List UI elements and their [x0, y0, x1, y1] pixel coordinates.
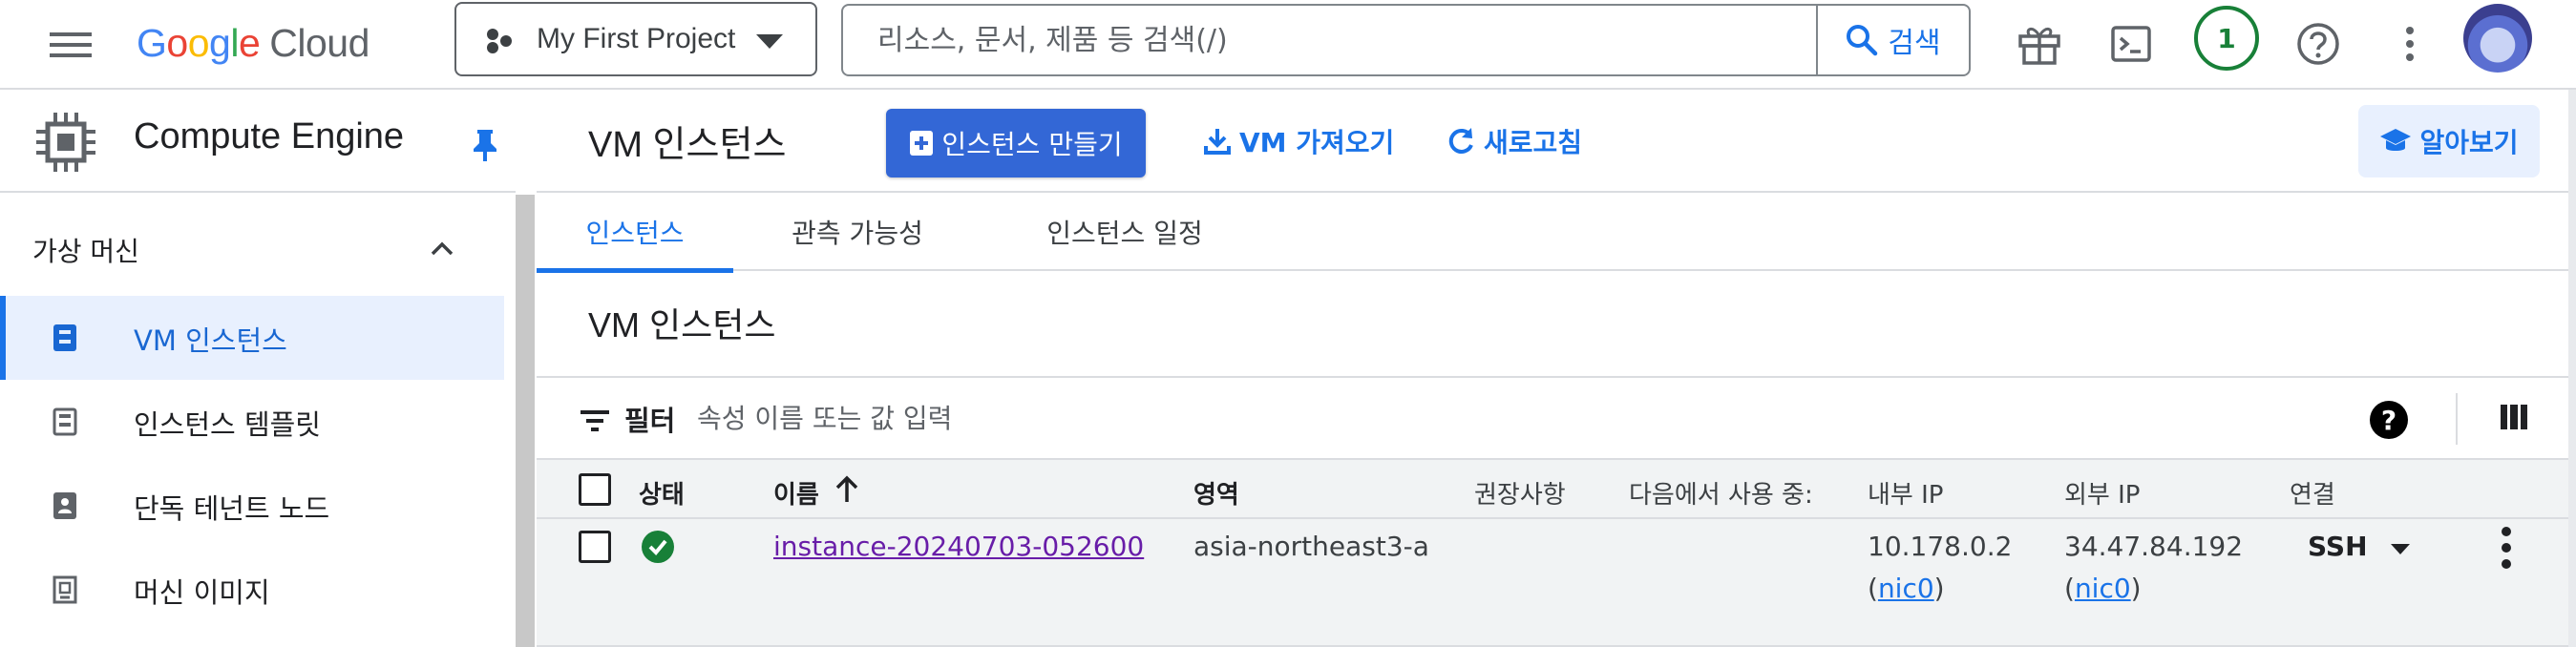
chevron-down-icon [756, 34, 783, 49]
refresh-label: 새로고침 [1484, 127, 1583, 158]
sidebar-item-label: 머신 이미지 [134, 576, 270, 609]
nav-section-label: 가상 머신 [32, 236, 139, 267]
nav-section-virtual-machines[interactable]: 가상 머신 [0, 219, 516, 277]
filter-icon[interactable] [579, 408, 611, 433]
template-icon [53, 407, 77, 436]
learn-button[interactable]: 알아보기 [2358, 105, 2540, 177]
product-header: Compute Engine [0, 90, 516, 193]
question-icon[interactable]: ? [2370, 401, 2408, 439]
create-instance-label: 인스턴스 만들기 [941, 129, 1123, 160]
sidebar-scrollbar[interactable] [516, 195, 535, 647]
table-row: instance-20240703-052600 asia-northeast3… [537, 519, 2576, 647]
page-title: VM 인스턴스 [588, 125, 787, 165]
add-box-icon [910, 131, 934, 156]
internal-ip: 10.178.0.2 [1868, 531, 2013, 562]
help-icon[interactable] [2291, 17, 2345, 71]
refresh-icon [1448, 128, 1473, 154]
sidebar-item-machine-images[interactable]: 머신 이미지 [0, 548, 504, 632]
status-running-icon [642, 531, 674, 563]
vm-instance-icon [53, 324, 76, 351]
sidebar-item-vm-instances[interactable]: VM 인스턴스 [0, 296, 504, 380]
internal-nic: (nic0) [1868, 573, 1945, 604]
project-picker[interactable]: My First Project [454, 2, 817, 76]
create-instance-button[interactable]: 인스턴스 만들기 [886, 109, 1146, 177]
google-cloud-logo[interactable]: Google Cloud [137, 15, 370, 71]
filter-input[interactable] [697, 395, 1843, 441]
arrow-up-icon[interactable] [834, 475, 859, 504]
row-actions-icon[interactable] [2502, 527, 2513, 569]
ssh-dropdown-icon[interactable] [2391, 544, 2410, 554]
main-content: VM 인스턴스 인스턴스 만들기 VM 가져오기 새로고침 알아보기 인스턴스 … [537, 90, 2576, 647]
project-icon [487, 29, 512, 53]
machine-image-icon [53, 575, 77, 604]
import-vm-button[interactable]: VM 가져오기 [1203, 122, 1394, 160]
sidebar-item-label: 단독 테넌트 노드 [134, 492, 330, 525]
cloud-shell-icon[interactable] [2104, 17, 2158, 71]
column-header-recommendation[interactable]: 권장사항 [1474, 475, 1566, 511]
school-icon [2380, 129, 2412, 151]
search-button[interactable]: 검색 [1816, 6, 1969, 74]
search-bar: 검색 [841, 4, 1971, 76]
import-vm-label: VM 가져오기 [1239, 127, 1395, 158]
instance-name-link[interactable]: instance-20240703-052600 [773, 531, 1144, 562]
column-display-icon[interactable] [2500, 403, 2528, 431]
top-header: GoogleCloud My First Project 검색 1 [0, 0, 2576, 90]
tab-instance-schedules[interactable]: 인스턴스 일정 [982, 193, 1268, 271]
page-scrollbar[interactable] [2568, 90, 2576, 647]
search-input[interactable] [877, 19, 1832, 61]
tab-observability[interactable]: 관측 가능성 [733, 193, 982, 271]
instance-zone: asia-northeast3-a [1193, 531, 1429, 562]
column-header-name[interactable]: 이름 [773, 475, 819, 511]
compute-engine-icon [36, 113, 95, 172]
sidebar-item-label: 인스턴스 템플릿 [134, 408, 321, 441]
sidebar-item-sole-tenant-nodes[interactable]: 단독 테넌트 노드 [0, 464, 504, 548]
external-nic-link[interactable]: nic0 [2075, 573, 2131, 604]
external-ip: 34.47.84.192 [2064, 531, 2244, 562]
column-header-external-ip[interactable]: 외부 IP [2064, 475, 2140, 511]
external-nic: (nic0) [2064, 573, 2142, 604]
sidebar-item-instance-templates[interactable]: 인스턴스 템플릿 [0, 380, 504, 464]
column-header-status[interactable]: 상태 [639, 475, 685, 511]
learn-label: 알아보기 [2419, 127, 2519, 158]
select-all-checkbox[interactable] [579, 473, 611, 506]
project-name: My First Project [537, 23, 736, 54]
filter-bar: 필터 ? [537, 376, 2576, 460]
tab-instances[interactable]: 인스턴스 [537, 193, 733, 273]
search-button-label: 검색 [1888, 27, 1941, 60]
column-header-zone[interactable]: 영역 [1193, 475, 1239, 511]
gift-icon[interactable] [2013, 17, 2066, 71]
section-title: VM 인스턴스 [588, 305, 776, 344]
column-header-internal-ip[interactable]: 내부 IP [1868, 475, 1943, 511]
product-title: Compute Engine [134, 116, 405, 157]
sidebar-item-label: VM 인스턴스 [134, 324, 287, 357]
pin-icon[interactable] [472, 128, 498, 162]
notification-badge[interactable]: 1 [2194, 6, 2259, 71]
internal-nic-link[interactable]: nic0 [1878, 573, 1934, 604]
action-bar: VM 인스턴스 인스턴스 만들기 VM 가져오기 새로고침 알아보기 [537, 90, 2576, 193]
column-header-in-use-by[interactable]: 다음에서 사용 중: [1629, 475, 1813, 511]
chevron-up-icon [431, 241, 454, 256]
left-navigation: Compute Engine 가상 머신 VM 인스턴스 인스턴스 템플릿 단독… [0, 90, 535, 647]
column-header-connect[interactable]: 연결 [2290, 475, 2335, 511]
sole-tenant-icon [53, 492, 76, 519]
search-icon [1847, 25, 1878, 56]
table-header: 상태 이름 영역 권장사항 다음에서 사용 중: 내부 IP 외부 IP 연결 [537, 460, 2576, 519]
more-vert-icon[interactable] [2383, 17, 2437, 71]
tab-bar: 인스턴스 관측 가능성 인스턴스 일정 [537, 193, 2576, 273]
refresh-button[interactable]: 새로고침 [1446, 122, 1582, 160]
main-menu-icon[interactable] [50, 23, 92, 65]
divider [2456, 393, 2458, 445]
filter-label: 필터 [624, 405, 676, 437]
ssh-button[interactable]: SSH [2308, 531, 2368, 562]
row-checkbox[interactable] [579, 531, 611, 563]
download-icon [1204, 129, 1231, 155]
avatar[interactable] [2463, 4, 2532, 73]
